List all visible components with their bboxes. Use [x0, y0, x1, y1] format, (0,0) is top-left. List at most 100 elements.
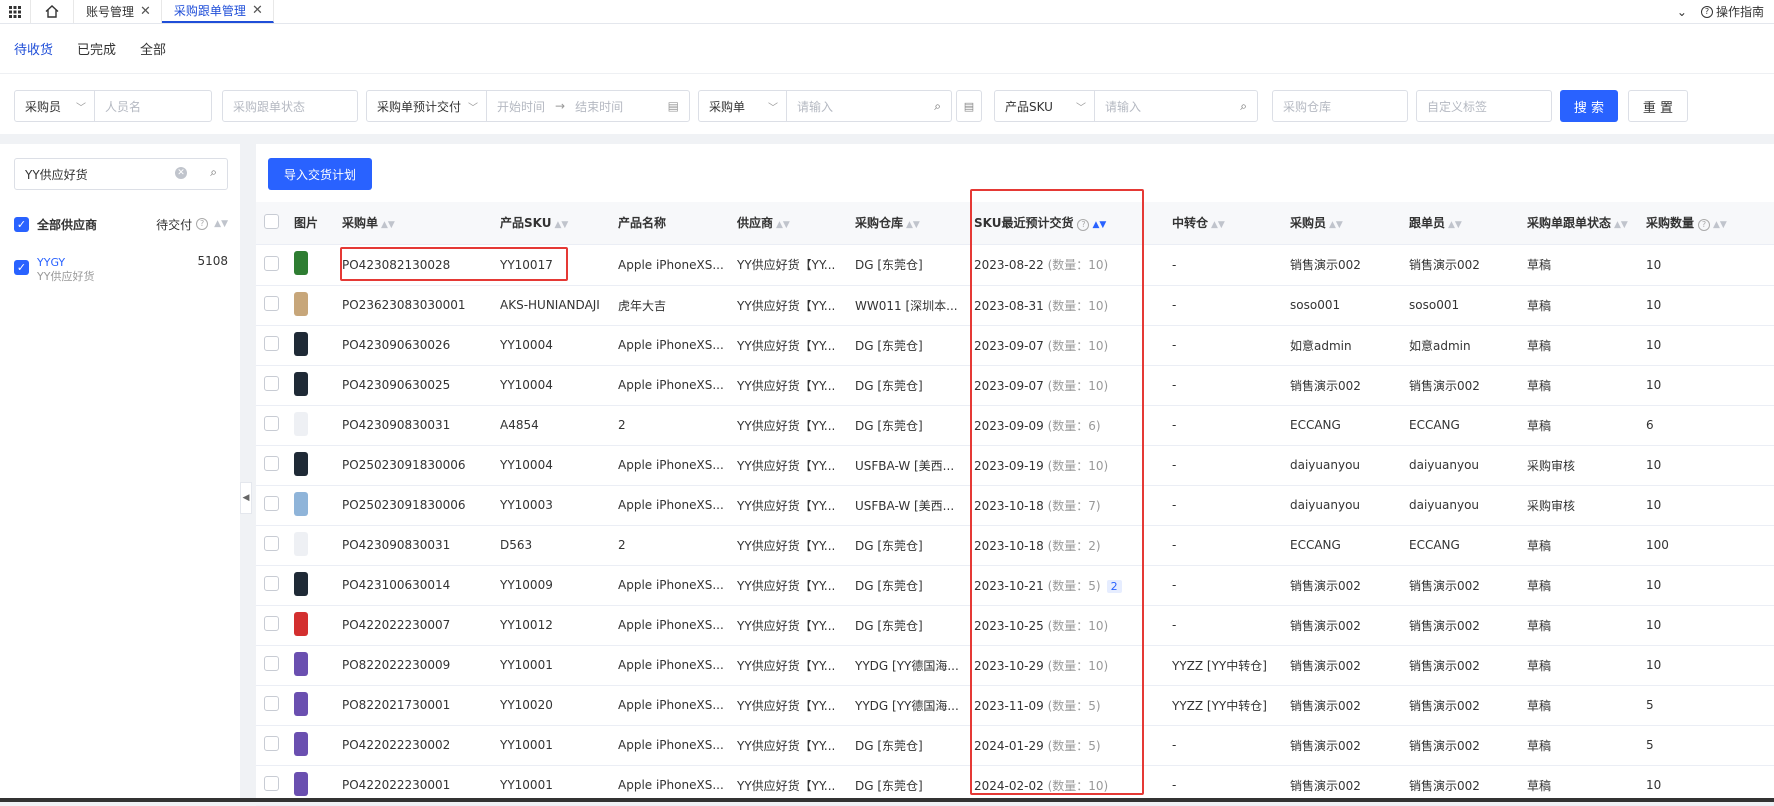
supplier-checkbox[interactable]: ✓	[14, 260, 29, 275]
product-sku[interactable]: YY10020	[492, 685, 610, 726]
row-checkbox[interactable]	[264, 496, 279, 511]
po-number[interactable]: PO423090630026	[334, 325, 492, 366]
warehouse-select[interactable]: 采购仓库	[1272, 90, 1408, 122]
po-number[interactable]: PO822021730001	[334, 685, 492, 726]
header-follower[interactable]: 跟单员 ▲▼	[1401, 202, 1519, 245]
product-sku[interactable]: YY10001	[492, 725, 610, 766]
header-buyer[interactable]: 采购员 ▲▼	[1282, 202, 1401, 245]
row-checkbox[interactable]	[264, 656, 279, 671]
row-checkbox[interactable]	[264, 736, 279, 751]
row-checkbox[interactable]	[264, 536, 279, 551]
row-checkbox[interactable]	[264, 576, 279, 591]
header-po[interactable]: 采购单 ▲▼	[334, 202, 492, 245]
table-row[interactable]: PO423090630025 YY10004 Apple iPhoneXS... YY…	[256, 365, 1774, 406]
po-number[interactable]: PO23623083030001	[334, 285, 492, 326]
header-sku[interactable]: 产品SKU ▲▼	[492, 202, 610, 245]
buyer-name-input[interactable]: 人员名	[95, 98, 141, 115]
po-number[interactable]: PO423090830031	[334, 525, 492, 566]
product-sku[interactable]: YY10003	[492, 485, 610, 526]
row-checkbox[interactable]	[264, 456, 279, 471]
import-delivery-plan-button[interactable]: 导入交货计划	[268, 158, 372, 190]
tab-account-management[interactable]: 账号管理 ✕	[74, 0, 162, 23]
po-number[interactable]: PO422022230002	[334, 725, 492, 766]
row-checkbox[interactable]	[264, 776, 279, 791]
reset-button[interactable]: 重 置	[1628, 90, 1688, 122]
search-icon[interactable]: ⌕	[934, 99, 941, 114]
tab-all[interactable]: 全部	[140, 24, 166, 74]
buyer-type-select[interactable]: 采购员 ﹀	[15, 91, 95, 121]
custom-tag-select[interactable]: 自定义标签	[1416, 90, 1552, 122]
row-checkbox[interactable]	[264, 616, 279, 631]
po-number[interactable]: PO422022230007	[334, 605, 492, 646]
row-checkbox[interactable]	[264, 255, 279, 271]
product-sku[interactable]: D563	[492, 525, 610, 566]
row-checkbox[interactable]	[264, 376, 279, 391]
product-sku[interactable]: YY10017	[492, 244, 610, 286]
product-sku[interactable]: YY10001	[492, 645, 610, 686]
po-number[interactable]: PO423090630025	[334, 365, 492, 406]
order-status-select[interactable]: 采购跟单状态	[222, 90, 358, 122]
table-row[interactable]: PO423090830031 A4854 2 YY供应好货【YY... DG [东莞仓]…	[256, 405, 1774, 446]
sku-input[interactable]: 请输入	[1095, 98, 1141, 115]
row-checkbox[interactable]	[264, 336, 279, 351]
tab-completed[interactable]: 已完成	[77, 24, 116, 74]
row-checkbox[interactable]	[264, 416, 279, 431]
search-icon[interactable]: ⌕	[210, 165, 217, 180]
table-row[interactable]: PO423082130028 YY10017 Apple iPhoneXS... YY…	[256, 244, 1774, 286]
chevron-down-icon[interactable]: ⌄	[1677, 5, 1687, 19]
product-sku[interactable]: YY10004	[492, 445, 610, 486]
delivery-count-badge[interactable]: 2	[1106, 579, 1122, 593]
row-checkbox[interactable]	[264, 696, 279, 711]
tab-pending-receipt[interactable]: 待收货	[14, 24, 53, 74]
table-row[interactable]: PO423100630014 YY10009 Apple iPhoneXS... YY…	[256, 565, 1774, 606]
header-supplier[interactable]: 供应商 ▲▼	[729, 202, 847, 245]
search-button[interactable]: 搜 索	[1560, 90, 1618, 122]
sku-type-select[interactable]: 产品SKU ﹀	[995, 91, 1095, 121]
sort-icon[interactable]: ▲▼	[214, 219, 228, 229]
row-checkbox[interactable]	[264, 296, 279, 311]
tab-purchase-tracking[interactable]: 采购跟单管理 ✕	[161, 0, 274, 23]
close-icon[interactable]: ✕	[140, 4, 151, 19]
table-row[interactable]: PO422022230007 YY10012 Apple iPhoneXS... YY…	[256, 605, 1774, 646]
clear-icon[interactable]: ✕	[175, 167, 187, 179]
help-link[interactable]: ? 操作指南	[1700, 3, 1764, 20]
supplier-item[interactable]: ✓ YYGY YY供应好货 5108	[14, 254, 228, 284]
product-sku[interactable]: YY10004	[492, 325, 610, 366]
end-date-input[interactable]: 结束时间	[575, 98, 623, 115]
supplier-search-input[interactable]: YY供应好货 ✕ ⌕	[14, 158, 228, 190]
header-status[interactable]: 采购单跟单状态 ▲▼	[1519, 202, 1638, 245]
product-sku[interactable]: A4854	[492, 405, 610, 446]
table-row[interactable]: PO423090830031 D563 2 YY供应好货【YY... DG [东莞仓] 2…	[256, 525, 1774, 566]
start-date-input[interactable]: 开始时间	[487, 98, 545, 115]
header-amount[interactable]: 采购数量? ▲▼	[1638, 202, 1774, 245]
product-sku[interactable]: YY10012	[492, 605, 610, 646]
po-number[interactable]: PO423100630014	[334, 565, 492, 606]
table-row[interactable]: PO822022230009 YY10001 Apple iPhoneXS... YY…	[256, 645, 1774, 686]
po-number[interactable]: PO423090830031	[334, 405, 492, 446]
batch-input-icon[interactable]: ▤	[956, 90, 982, 122]
product-sku[interactable]: YY10009	[492, 565, 610, 606]
table-row[interactable]: PO822021730001 YY10020 Apple iPhoneXS... YY…	[256, 685, 1774, 726]
order-type-select[interactable]: 采购单 ﹀	[699, 91, 787, 121]
po-number[interactable]: PO822022230009	[334, 645, 492, 686]
po-number[interactable]: PO25023091830006	[334, 485, 492, 526]
table-row[interactable]: PO423090630026 YY10004 Apple iPhoneXS... YY…	[256, 325, 1774, 366]
po-number[interactable]: PO423082130028	[334, 244, 492, 286]
collapse-panel-handle[interactable]: ◀	[240, 482, 252, 514]
select-all-checkbox[interactable]: ✓	[14, 216, 29, 232]
product-sku[interactable]: YY10004	[492, 365, 610, 406]
po-number[interactable]: PO25023091830006	[334, 445, 492, 486]
table-row[interactable]: PO25023091830006 YY10004 Apple iPhoneXS...…	[256, 445, 1774, 486]
close-icon[interactable]: ✕	[252, 3, 263, 18]
date-type-select[interactable]: 采购单预计交付 ﹀	[367, 91, 487, 121]
order-input[interactable]: 请输入	[787, 98, 833, 115]
table-row[interactable]: PO25023091830006 YY10003 Apple iPhoneXS...…	[256, 485, 1774, 526]
header-warehouse[interactable]: 采购仓库 ▲▼	[847, 202, 966, 245]
header-sku-delivery[interactable]: SKU最近预计交货? ▲▼	[966, 202, 1164, 245]
home-icon[interactable]	[30, 0, 74, 23]
select-all-rows-checkbox[interactable]	[264, 213, 279, 229]
table-row[interactable]: PO422022230002 YY10001 Apple iPhoneXS... YY…	[256, 725, 1774, 766]
table-row[interactable]: PO23623083030001 AKS-HUNIANDAJI 虎年大吉 YY供应好货…	[256, 285, 1774, 326]
product-sku[interactable]: AKS-HUNIANDAJI	[492, 285, 610, 326]
app-grid-icon[interactable]	[0, 0, 30, 23]
